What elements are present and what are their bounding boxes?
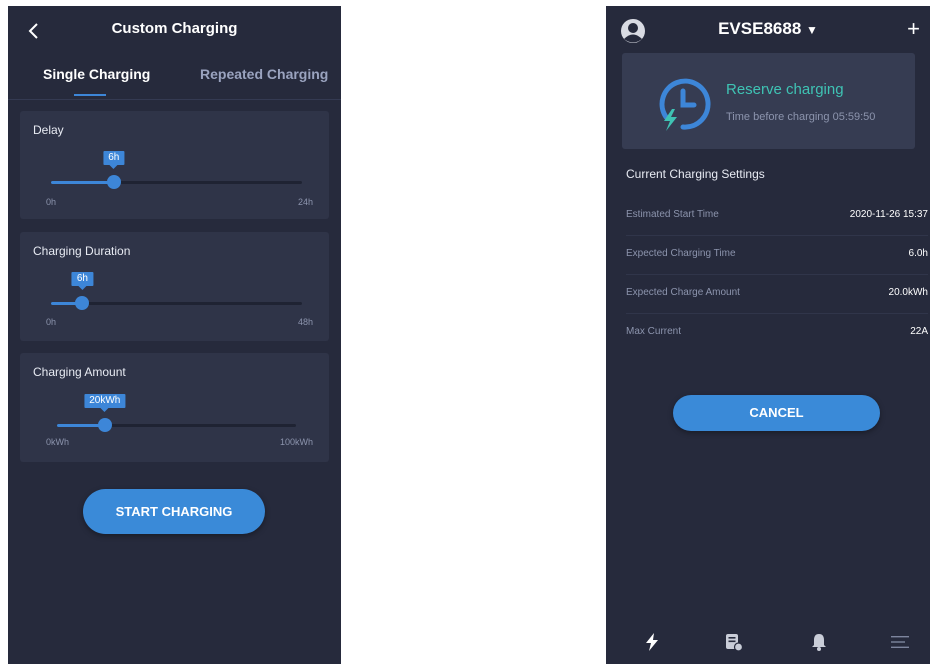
device-name: EVSE8688 <box>718 19 802 38</box>
bell-icon[interactable] <box>809 632 829 652</box>
setting-key: Estimated Start Time <box>626 209 719 220</box>
menu-icon[interactable] <box>890 632 910 652</box>
delay-slider-fill <box>51 181 114 184</box>
delay-max-label: 24h <box>297 197 313 207</box>
settings-row: Expected Charging Time 6.0h <box>626 235 928 275</box>
setting-value: 20.0kWh <box>888 287 928 298</box>
setting-value: 6.0h <box>908 248 928 259</box>
cancel-button[interactable]: CANCEL <box>673 395 880 431</box>
tab-single-charging[interactable]: Single Charging <box>43 66 150 82</box>
reserve-title: Reserve charging <box>726 81 844 98</box>
amount-label: Charging Amount <box>33 365 126 379</box>
tab-divider <box>8 99 341 100</box>
add-device-icon[interactable]: + <box>907 16 920 42</box>
delay-slider[interactable]: 6h <box>51 151 302 189</box>
device-selector[interactable]: EVSE8688 ▼ <box>606 19 930 39</box>
setting-key: Expected Charge Amount <box>626 287 740 298</box>
active-tab-indicator <box>74 94 106 96</box>
charging-status-screen: EVSE8688 ▼ + Reserve charging Time befor… <box>606 6 930 664</box>
duration-min-label: 0h <box>46 317 57 327</box>
duration-slider[interactable]: 6h <box>51 272 302 310</box>
setting-value: 22A <box>910 326 928 337</box>
duration-max-label: 48h <box>297 317 313 327</box>
amount-slider[interactable]: 20kWh <box>57 394 296 432</box>
delay-slider-handle[interactable] <box>106 175 121 189</box>
document-icon[interactable] <box>724 632 744 652</box>
charging-tabs: Single Charging Repeated Charging <box>8 66 341 96</box>
setting-key: Max Current <box>626 326 682 337</box>
delay-label: Delay <box>33 123 64 137</box>
duration-value-badge: 6h <box>71 272 93 290</box>
custom-charging-screen: Custom Charging Single Charging Repeated… <box>8 6 341 664</box>
reserve-countdown: Time before charging 05:59:50 <box>726 111 876 123</box>
page-title: Custom Charging <box>111 20 238 37</box>
amount-slider-handle[interactable] <box>97 418 112 432</box>
settings-section-title: Current Charging Settings <box>626 167 765 181</box>
duration-label: Charging Duration <box>33 244 131 258</box>
lightning-icon[interactable] <box>642 632 662 652</box>
setting-key: Expected Charging Time <box>626 248 736 259</box>
delay-min-label: 0h <box>46 197 57 207</box>
start-charging-button[interactable]: START CHARGING <box>83 489 265 534</box>
bottom-navigation <box>606 622 930 664</box>
amount-max-label: 100kWh <box>279 437 313 447</box>
delay-card: Delay 6h 0h 24h <box>20 111 329 219</box>
amount-value-badge: 20kWh <box>84 394 126 412</box>
amount-min-label: 0kWh <box>46 437 70 447</box>
settings-row: Estimated Start Time 2020-11-26 15:37 <box>626 196 928 236</box>
setting-value: 2020-11-26 15:37 <box>849 209 928 220</box>
dropdown-caret-icon: ▼ <box>806 23 818 37</box>
reserve-charging-card: Reserve charging Time before charging 05… <box>622 53 915 149</box>
clock-lightning-icon <box>652 73 714 135</box>
charging-duration-card: Charging Duration 6h 0h 48h <box>20 232 329 341</box>
tab-repeated-charging[interactable]: Repeated Charging <box>200 66 328 82</box>
settings-row: Expected Charge Amount 20.0kWh <box>626 274 928 314</box>
settings-row: Max Current 22A <box>626 313 928 352</box>
charging-amount-card: Charging Amount 20kWh 0kWh 100kWh <box>20 353 329 462</box>
delay-value-badge: 6h <box>103 151 125 169</box>
duration-slider-handle[interactable] <box>75 296 90 310</box>
